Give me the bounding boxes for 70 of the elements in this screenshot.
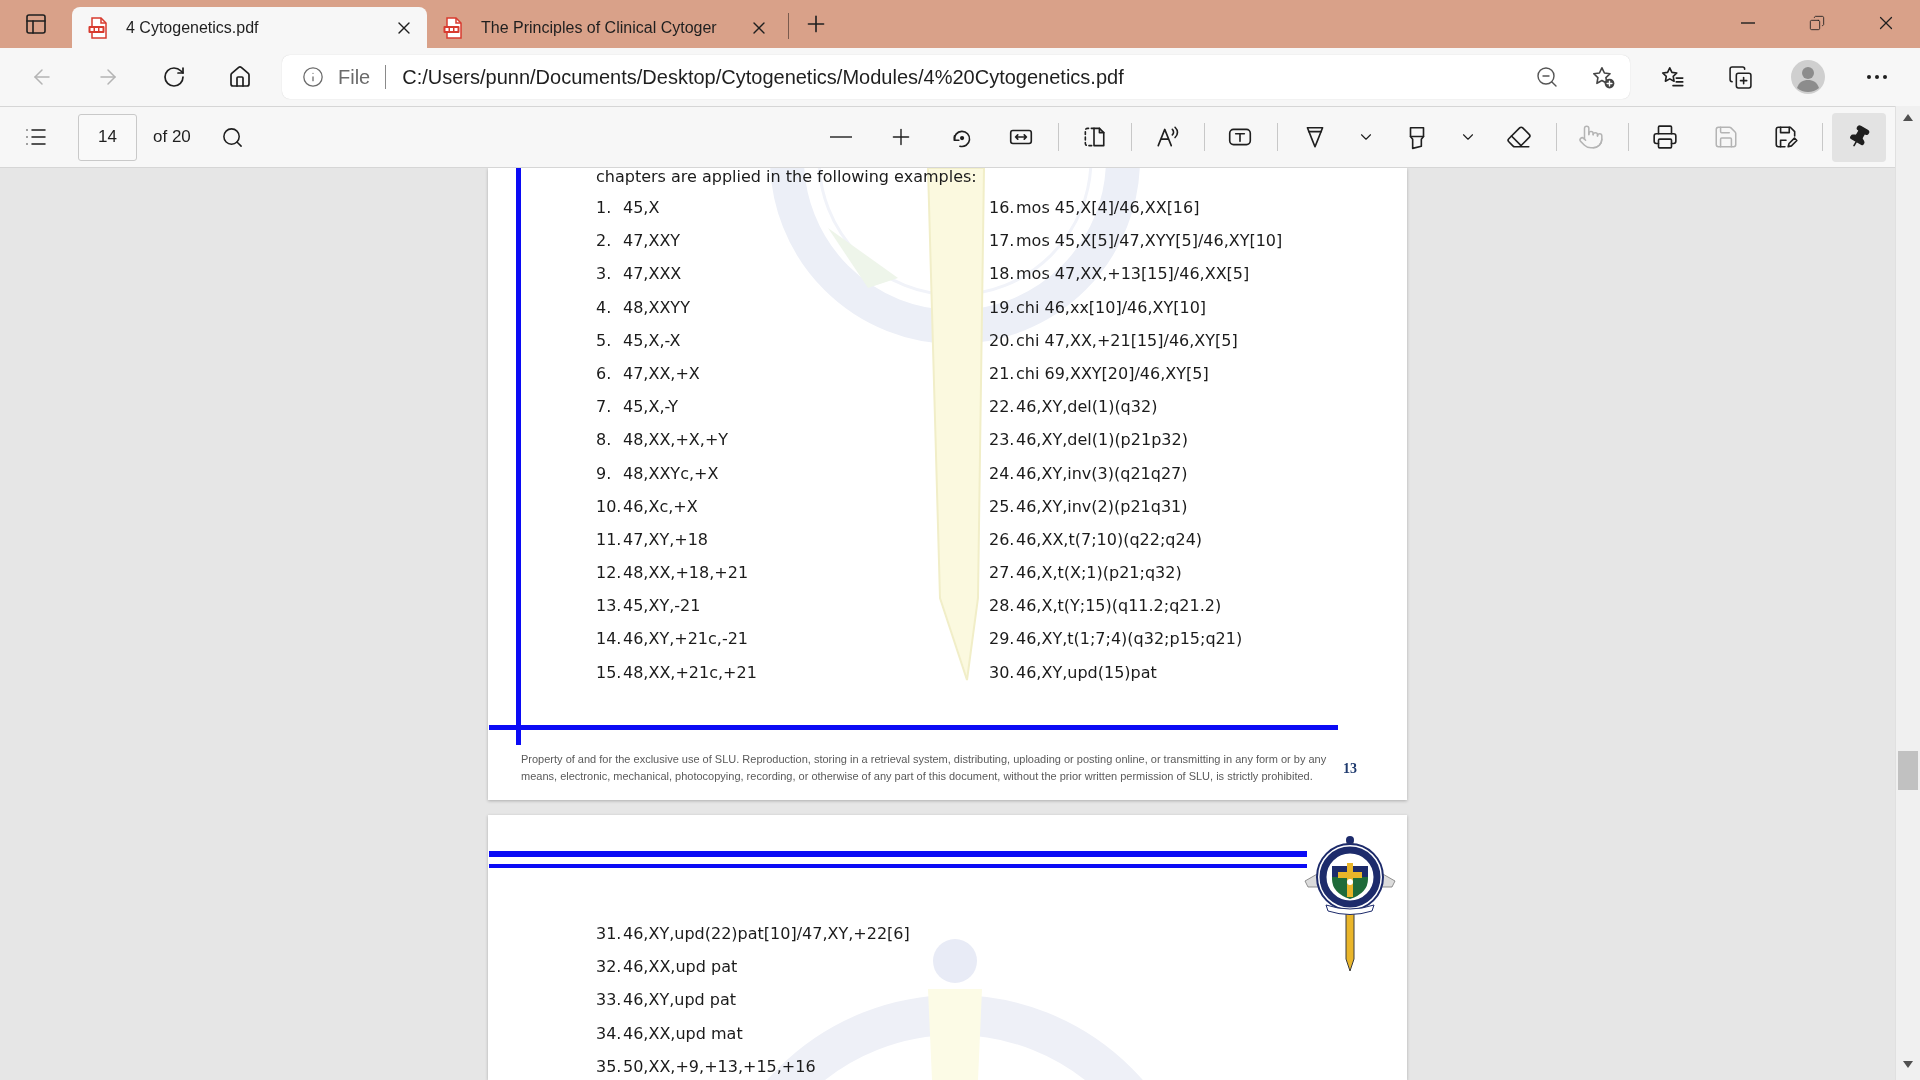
profile-button[interactable]	[1788, 57, 1828, 97]
list-item: 29.46,XY,t(1;7;4)(q32;p15;q21)	[989, 629, 1244, 650]
list-item: 27.46,X,t(X;1)(p21;q32)	[989, 563, 1183, 584]
minimize-icon	[1740, 22, 1755, 24]
list-item: 33.46,XY,upd pat	[596, 990, 738, 1011]
scroll-up-arrow-icon[interactable]	[1903, 114, 1913, 121]
star-plus-icon	[1590, 64, 1616, 90]
list-item: 23.46,XY,del(1)(p21p32)	[989, 430, 1189, 451]
list-item: 35.50,XX,+9,+13,+15,+16	[596, 1056, 817, 1077]
home-icon	[228, 65, 252, 89]
zoom-out-icon	[1535, 65, 1559, 89]
browser-tab[interactable]: 4 Cytogenetics.pdf	[72, 7, 427, 48]
intro-text: chapters are applied in the following examples:	[596, 168, 978, 186]
site-info-button[interactable]: File	[302, 62, 371, 92]
search-icon	[221, 125, 245, 149]
scrollbar[interactable]	[1895, 106, 1920, 1080]
list-item: 20.chi 47,XX,+21[15]/46,XY[5]	[989, 330, 1239, 351]
list-item: 31.46,XY,upd(22)pat[10]/47,XY,+22[6]	[596, 924, 911, 944]
list-item: 22.46,XY,del(1)(q32)	[989, 397, 1159, 418]
pin-button[interactable]	[1832, 112, 1886, 162]
list-item: 6. 47,XX,+X	[596, 363, 701, 384]
collections-icon	[1727, 64, 1753, 90]
pdf-file-icon	[88, 16, 108, 39]
list-item: 5. 45,X,-X	[596, 330, 682, 351]
refresh-icon	[162, 65, 186, 89]
list-item: 4. 48,XXYY	[596, 297, 691, 318]
list-item: 28.46,X,t(Y;15)(q11.2;q21.2)	[989, 596, 1223, 617]
list-item: 17.mos 45,X[5]/47,XYY[5]/46,XY[10]	[989, 231, 1283, 252]
pdf-file-icon	[443, 16, 463, 39]
hand-pointer-icon	[1578, 124, 1604, 150]
list-item: 9. 48,XXYc,+X	[596, 463, 720, 484]
printer-icon	[1652, 124, 1678, 150]
list-item: 7. 45,X,-Y	[596, 397, 680, 418]
list-item: 8. 48,XX,+X,+Y	[596, 430, 730, 451]
copyright-notice: Property of and for the exclusive use of SLU. Reproduction, storing in a retrieval system, distributing, uploading or posting online, or transmitting in any form or by any means, electronic, mechanical, photocopying, recording, or otherwise of any part of this document, without the prior written permission of SLU, is strictly prohibited.	[521, 752, 1328, 784]
avatar-icon	[1791, 60, 1825, 94]
list-item: 1. 45,X	[596, 198, 661, 218]
list-item: 13.45,XY,-21	[596, 596, 702, 617]
list-item: 25.46,XY,inv(2)(p21q31)	[989, 496, 1189, 517]
list-item: 30.46,XY,upd(15)pat	[989, 662, 1158, 683]
list-item: 12.48,XX,+18,+21	[596, 563, 750, 584]
list-item: 18.mos 47,XX,+13[15]/46,XX[5]	[989, 264, 1251, 285]
page-count-label: of 20	[153, 126, 191, 149]
list-item: 11.47,XY,+18	[596, 529, 710, 550]
list-item: 2. 47,XXY	[596, 231, 682, 252]
list-item: 16.mos 45,X[4]/46,XX[16]	[989, 198, 1201, 218]
browser-tab[interactable]: The Principles of Clinical Cytoger	[427, 7, 782, 48]
save-pen-icon	[1773, 124, 1799, 150]
list-item: 19.chi 46,xx[10]/46,XY[10]	[989, 297, 1208, 318]
page-number: 13	[1343, 759, 1357, 778]
list-item: 24.46,XY,inv(3)(q21q27)	[989, 463, 1189, 484]
scrollbar-thumb[interactable]	[1898, 751, 1918, 790]
list-item: 21.chi 69,XXY[20]/46,XY[5]	[989, 363, 1210, 384]
list-item: 26.46,XX,t(7;10)(q22;q24)	[989, 529, 1204, 550]
scroll-down-arrow-icon[interactable]	[1903, 1061, 1913, 1068]
minus-icon	[830, 136, 852, 138]
more-icon	[1867, 75, 1887, 79]
list-item: 14.46,XY,+21c,-21	[596, 629, 750, 650]
save-icon	[1713, 124, 1739, 150]
list-item: 15.48,XX,+21c,+21	[596, 662, 758, 683]
url-field[interactable]: C:/Users/punn/Documents/Desktop/Cytogenetics/Modules/4%20Cytogenetics.pdf	[402, 62, 1529, 92]
list-item: 3. 47,XXX	[596, 264, 683, 285]
list-item: 32.46,XX,upd pat	[596, 957, 739, 978]
restore-icon	[1808, 15, 1825, 31]
list-item: 10.46,Xc,+X	[596, 496, 699, 517]
eraser-icon	[1506, 124, 1532, 150]
page-number-field[interactable]: 14	[78, 113, 137, 161]
list-item: 34.46,XX,upd mat	[596, 1023, 744, 1044]
info-icon	[302, 66, 324, 88]
panel-icon	[24, 12, 48, 36]
